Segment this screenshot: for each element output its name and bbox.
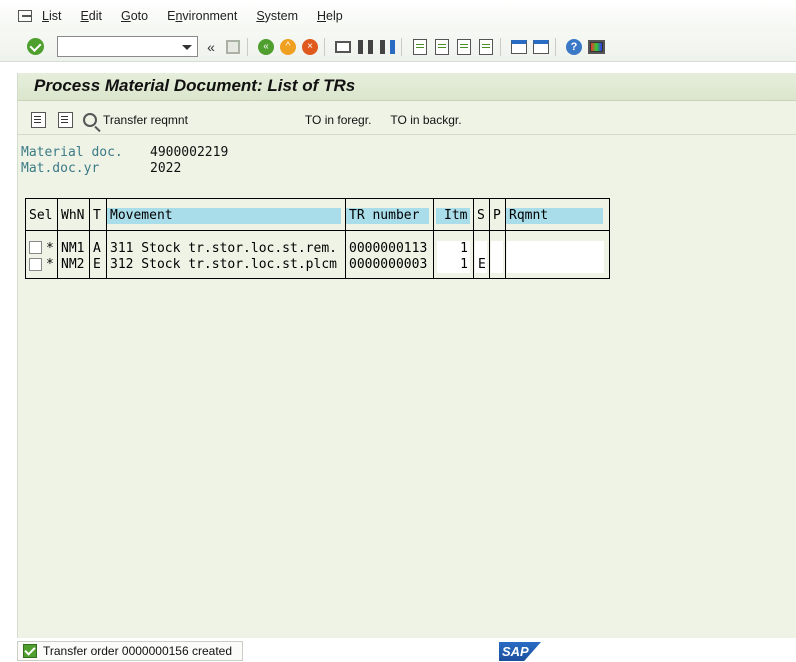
chevron-down-icon[interactable] (182, 45, 192, 50)
material-doc-label: Material doc. (21, 145, 123, 160)
header-itm[interactable]: Itm (436, 208, 470, 224)
row-p (491, 257, 503, 273)
menu-list[interactable]: List (42, 9, 61, 23)
menu-bar: List Edit Goto Environment System Help (0, 0, 796, 32)
header-p[interactable]: P (490, 208, 501, 224)
status-bar: Transfer order 0000000156 created SAP (0, 638, 796, 662)
application-toolbar: Transfer reqmnt TO in foregr. TO in back… (18, 105, 796, 135)
material-doc-row: Material doc. 4900002219 (21, 145, 228, 160)
to-in-background-button[interactable]: TO in backgr. (390, 113, 461, 127)
header-divider (26, 230, 609, 231)
menu-mnemonic: S (256, 9, 265, 23)
command-field[interactable] (57, 36, 198, 57)
header-rqmnt[interactable]: Rqmnt (506, 208, 603, 224)
row-rqmnt (507, 241, 604, 257)
status-text: Transfer order 0000000156 created (43, 644, 233, 658)
row-tr-number[interactable]: 0000000113 (346, 241, 427, 257)
row-movement: 312 Stock tr.stor.loc.st.plcm (110, 257, 337, 272)
menu-edit[interactable]: Edit (80, 9, 102, 23)
row-itm: 1 (437, 257, 470, 273)
mat-doc-yr-row: Mat.doc.yr 2022 (21, 161, 181, 176)
row-movement: 311 Stock tr.stor.loc.st.rem. (110, 241, 337, 256)
create-shortcut-icon[interactable] (532, 38, 550, 56)
next-page-icon[interactable] (455, 38, 473, 56)
row-p (491, 241, 503, 257)
magnifier-icon (83, 112, 97, 127)
header-s[interactable]: S (474, 208, 485, 224)
save-icon[interactable] (224, 38, 242, 56)
mat-doc-yr-value: 2022 (150, 161, 182, 176)
page-title: Process Material Document: List of TRs (34, 76, 356, 95)
column-divider (433, 199, 434, 278)
row-whn: NM2 (61, 257, 85, 272)
menu-exit-icon[interactable] (18, 10, 32, 22)
toolbar-separator (247, 37, 248, 56)
find-icon[interactable] (356, 38, 374, 56)
collapse-command-field-icon[interactable]: « (202, 38, 220, 56)
row-t: A (93, 241, 101, 256)
transfer-reqmnt-button[interactable]: Transfer reqmnt (73, 112, 188, 127)
tr-list-table: Sel WhN T Movement TR number Itm S P Rqm… (25, 198, 610, 279)
menu-environment[interactable]: Environment (167, 9, 237, 23)
menu-mnemonic: n (175, 9, 183, 23)
toolbar-separator (401, 37, 402, 56)
back-icon[interactable]: « (257, 38, 275, 56)
menu-system[interactable]: System (256, 9, 298, 23)
row-rqmnt (507, 257, 604, 273)
header-t[interactable]: T (90, 208, 101, 224)
toolbar-separator (555, 37, 556, 56)
find-next-icon[interactable] (378, 38, 396, 56)
header-whn[interactable]: WhN (58, 208, 84, 224)
first-page-icon[interactable] (411, 38, 429, 56)
transfer-reqmnt-label: Transfer reqmnt (103, 112, 188, 127)
row-select-checkbox[interactable] (29, 258, 42, 271)
create-session-icon[interactable] (510, 38, 528, 56)
menu-goto[interactable]: Goto (121, 9, 148, 23)
deselect-all-icon[interactable] (58, 111, 73, 128)
standard-toolbar: « « ^ × ? (0, 32, 796, 62)
row-tr-number[interactable]: 0000000003 (346, 257, 427, 273)
menu-mnemonic: E (80, 9, 89, 23)
material-doc-value: 4900002219 (150, 145, 229, 160)
last-page-icon[interactable] (477, 38, 495, 56)
exit-icon[interactable]: ^ (279, 38, 297, 56)
select-all-icon[interactable] (31, 111, 46, 128)
mat-doc-yr-label: Mat.doc.yr (21, 161, 100, 176)
menu-mnemonic: H (317, 9, 327, 23)
help-icon[interactable]: ? (565, 38, 583, 56)
row-star: * (46, 257, 54, 272)
success-icon (23, 644, 37, 658)
row-itm: 1 (437, 241, 470, 257)
print-icon[interactable] (334, 38, 352, 56)
row-s (475, 241, 487, 257)
toolbar-separator (324, 37, 325, 56)
row-select-checkbox[interactable] (29, 241, 42, 254)
header-movement[interactable]: Movement (107, 208, 341, 224)
menu-mnemonic: G (121, 9, 131, 23)
sap-logo: SAP (499, 642, 541, 661)
row-t: E (93, 257, 101, 272)
work-area: Process Material Document: List of TRs T… (17, 73, 796, 638)
row-s: E (475, 257, 487, 273)
row-whn: NM1 (61, 241, 85, 256)
title-bar: Process Material Document: List of TRs (18, 73, 796, 101)
status-message[interactable]: Transfer order 0000000156 created (17, 641, 243, 661)
previous-page-icon[interactable] (433, 38, 451, 56)
row-star: * (46, 241, 54, 256)
header-sel[interactable]: Sel (26, 208, 52, 224)
menu-mnemonic: L (42, 9, 49, 23)
enter-icon[interactable] (27, 38, 44, 55)
cancel-icon[interactable]: × (301, 38, 319, 56)
toolbar-separator (500, 37, 501, 56)
to-in-foreground-button[interactable]: TO in foregr. (305, 113, 371, 127)
customize-layout-icon[interactable] (587, 38, 605, 56)
header-tr-number[interactable]: TR number (346, 208, 429, 224)
menu-help[interactable]: Help (317, 9, 343, 23)
